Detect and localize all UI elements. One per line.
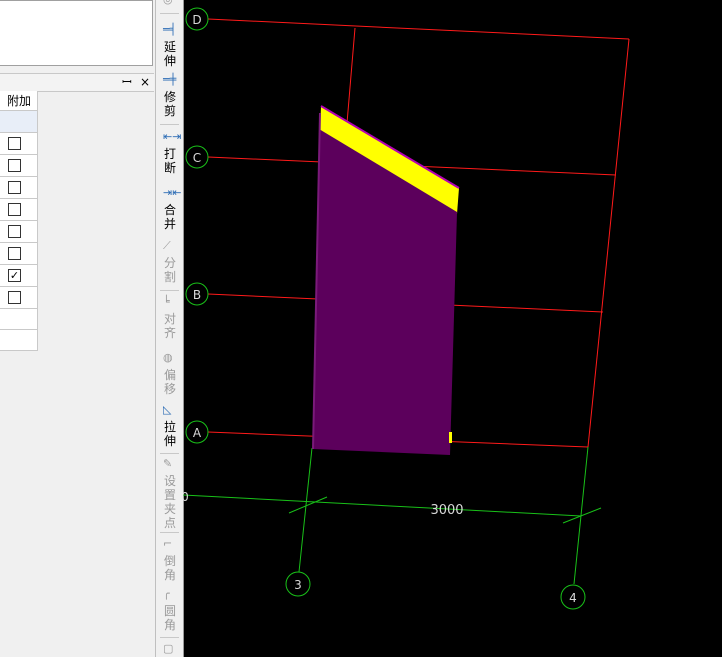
axis-label-c: C	[193, 151, 201, 165]
properties-panel-titlebar: ꟷ ×	[0, 73, 154, 92]
grip-icon: ✎	[163, 457, 173, 470]
tool-chamfer-label: 倒角	[163, 554, 176, 582]
attach-checkbox[interactable]	[8, 159, 21, 172]
trim-icon: ═╪	[163, 73, 177, 86]
toolbar-separator	[160, 124, 179, 125]
table-subheader	[0, 111, 37, 133]
toolbar-separator	[160, 13, 179, 14]
table-row	[0, 287, 37, 309]
table-row	[0, 177, 37, 199]
extend-icon: ═╡	[163, 23, 177, 36]
tool-merge[interactable]: ⇥⇤ 合并	[156, 187, 183, 233]
align-icon: ╘	[163, 295, 170, 308]
attach-checkbox[interactable]	[8, 137, 21, 150]
attach-checkbox[interactable]	[8, 181, 21, 194]
axis-label-b: B	[193, 288, 201, 302]
pin-icon[interactable]: ꟷ	[122, 75, 132, 89]
axis-line-3	[298, 447, 313, 573]
tool-offset-label: 偏移	[163, 368, 176, 396]
tool-stretch[interactable]: ◺ 拉伸	[156, 404, 183, 450]
table-row	[0, 133, 37, 155]
stretch-icon: ◺	[163, 403, 172, 416]
dimension-tick-left	[288, 496, 328, 514]
tool-set-grip[interactable]: ✎ 设置夹点	[156, 458, 183, 530]
tool-break[interactable]: ⇤⇥ 打断	[156, 131, 183, 181]
column-header-attach: 附加	[0, 91, 37, 111]
table-row	[0, 243, 37, 265]
circle-icon: ◎	[163, 0, 173, 5]
dimension-line	[183, 494, 582, 517]
tool-split[interactable]: ⟋ 分割	[156, 240, 183, 286]
tool-set-grip-label: 设置夹点	[163, 474, 176, 530]
tool-align[interactable]: ╘ 对齐	[156, 296, 183, 346]
merge-icon: ⇥⇤	[163, 186, 182, 199]
table-row	[0, 309, 37, 330]
tool-bottom-partial[interactable]: ▢	[156, 643, 183, 657]
attach-checkbox[interactable]	[8, 247, 21, 260]
axis-label-4: 4	[569, 591, 577, 605]
close-icon[interactable]: ×	[140, 75, 150, 89]
break-icon: ⇤⇥	[163, 130, 182, 143]
table-row	[0, 155, 37, 177]
toolbar-separator	[160, 453, 179, 454]
tool-chamfer[interactable]: ⌐ 倒角	[156, 538, 183, 584]
properties-table: 附加 ✓	[0, 91, 38, 351]
toolbar-separator	[160, 290, 179, 291]
edge-axis-label: 0	[183, 490, 189, 504]
grid-line-vertical-left	[345, 27, 356, 136]
attach-checkbox[interactable]: ✓	[8, 269, 21, 282]
axis-label-3: 3	[294, 578, 302, 592]
dimension-text: 3000	[430, 503, 463, 518]
chamfer-icon: ⌐	[163, 537, 173, 550]
top-pane	[0, 0, 153, 66]
fillet-icon: ╭	[163, 587, 170, 600]
split-icon: ⟋	[163, 239, 171, 252]
tool-top-partial[interactable]: ◎	[156, 0, 183, 8]
modify-toolbar: ◎ ═╡ 延伸 ═╪ 修剪 ⇤⇥ 打断 ⇥⇤ 合并 ⟋ 分割 ╘ 对齐 ◍ 偏移…	[155, 0, 184, 657]
table-row: ✓	[0, 265, 37, 287]
axis-label-d: D	[192, 13, 201, 27]
tool-trim-label: 修剪	[163, 90, 176, 118]
grid-line-d	[207, 18, 630, 40]
toolbar-separator	[160, 637, 179, 638]
tool-split-label: 分割	[163, 256, 176, 284]
tool-fillet-label: 圆角	[163, 604, 176, 632]
table-row	[0, 199, 37, 221]
wall-element-marker	[449, 432, 452, 443]
table-row	[0, 221, 37, 243]
drawing-canvas[interactable]: D C B A 3 4 0 3000	[183, 0, 722, 657]
left-panel: ꟷ × 附加 ✓	[0, 0, 155, 657]
tool-extend-label: 延伸	[163, 40, 176, 68]
attach-checkbox[interactable]	[8, 291, 21, 304]
attach-checkbox[interactable]	[8, 225, 21, 238]
offset-icon: ◍	[163, 351, 173, 364]
tool-trim[interactable]: ═╪ 修剪	[156, 74, 183, 120]
tool-offset[interactable]: ◍ 偏移	[156, 352, 183, 398]
tool-fillet[interactable]: ╭ 圆角	[156, 588, 183, 634]
tool-align-label: 对齐	[163, 312, 176, 340]
tool-extend[interactable]: ═╡ 延伸	[156, 24, 183, 70]
toolbar-separator	[160, 532, 179, 533]
attach-checkbox[interactable]	[8, 203, 21, 216]
axis-label-a: A	[193, 426, 202, 440]
tool-merge-label: 合并	[163, 203, 176, 231]
table-row	[0, 330, 37, 351]
tool-stretch-label: 拉伸	[163, 420, 176, 448]
tool-partial-icon: ▢	[163, 642, 174, 655]
grid-line-vertical-right	[587, 38, 630, 448]
tool-break-label: 打断	[163, 147, 176, 175]
